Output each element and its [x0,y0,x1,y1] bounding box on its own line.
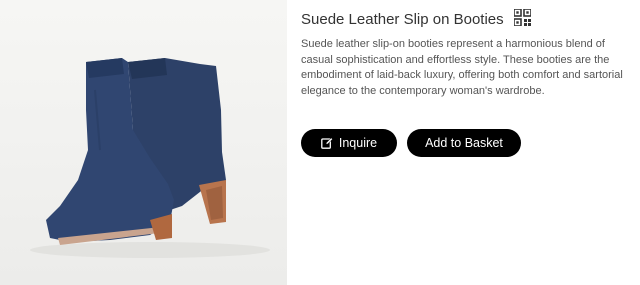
product-info: Suede Leather Slip on Booties Suede leat… [301,7,631,99]
boots-illustration [30,58,270,258]
edit-icon [321,137,333,149]
product-image [0,0,287,285]
inquire-label: Inquire [338,136,378,150]
qr-code-icon[interactable] [512,7,532,27]
product-description: Suede leather slip-on booties represent … [301,38,623,97]
title-row: Suede Leather Slip on Booties [301,7,631,30]
action-buttons: Inquire Add to Basket [301,129,521,157]
product-title: Suede Leather Slip on Booties [301,10,504,28]
inquire-button[interactable]: Inquire [301,129,397,157]
add-to-basket-button[interactable]: Add to Basket [407,129,521,157]
add-to-basket-label: Add to Basket [425,136,503,150]
